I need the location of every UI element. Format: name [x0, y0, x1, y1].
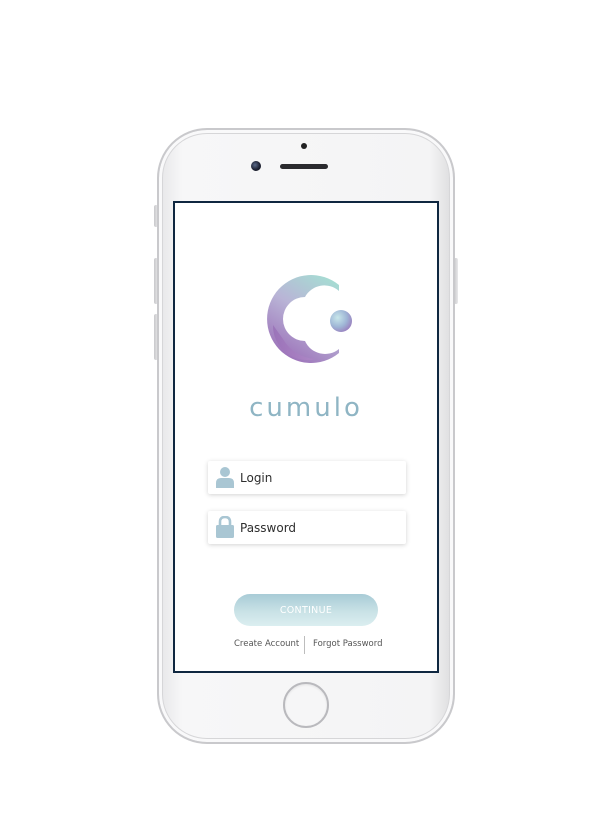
user-icon	[216, 467, 234, 488]
lock-icon	[216, 516, 234, 538]
continue-button[interactable]: CONTINUE	[234, 594, 378, 626]
account-links: Create Account Forgot Password	[175, 636, 437, 654]
create-account-link[interactable]: Create Account	[234, 639, 299, 649]
login-input[interactable]	[240, 461, 400, 494]
password-field[interactable]	[208, 511, 406, 544]
forgot-password-link[interactable]: Forgot Password	[313, 639, 382, 649]
password-input[interactable]	[240, 511, 400, 544]
front-camera	[251, 161, 261, 171]
links-divider	[304, 636, 305, 654]
home-button[interactable]	[283, 682, 329, 728]
cumulo-logo	[267, 275, 352, 363]
earpiece-speaker	[280, 164, 328, 169]
login-field[interactable]	[208, 461, 406, 494]
device-mockup: cumulo CONTINUE Create Account Forgot Pa…	[0, 0, 610, 833]
app-screen: cumulo CONTINUE Create Account Forgot Pa…	[173, 201, 439, 673]
proximity-sensor	[301, 143, 307, 149]
brand-wordmark: cumulo	[249, 393, 363, 423]
